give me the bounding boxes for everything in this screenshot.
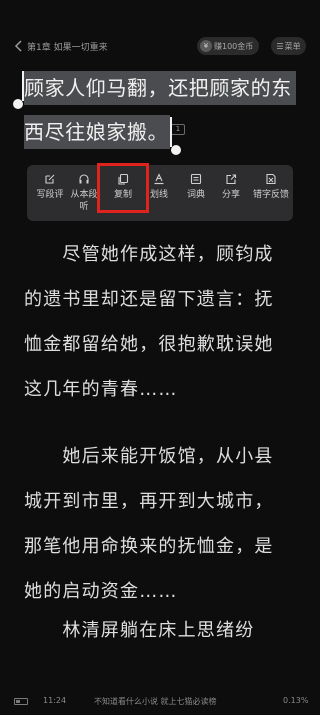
dictionary-label: 词典 [186,190,205,200]
share-icon [226,174,237,185]
selection-toolbar: 写段评 从本段听 复制 划线 词典 分享 错字反馈 [27,163,293,221]
earn-coins-label: 赚100金币 [214,41,254,51]
selection-end-handle[interactable] [170,117,172,147]
edit-icon [45,174,55,184]
menu-icon: ☰ [276,41,284,51]
menu-label: 菜单 [284,41,301,51]
text-line: 那笔他用命换来的抚恤金，是 [24,536,274,557]
text-line: 的遗书里却还是留下遗言：抚 [24,289,274,310]
headphones-icon [79,174,89,184]
coin-icon: ¥ [200,40,212,52]
share-label: 分享 [221,190,240,200]
paragraph-comment-count[interactable]: 1 [171,124,185,135]
underline-label: 划线 [149,190,168,200]
text-line: 城开到市里，再开到大城市， [24,491,274,512]
battery-level [16,700,20,703]
text-line: 她的启动资金…… [24,581,178,602]
text-line: 这几年的青春…… [24,379,178,400]
listen-from-paragraph-label: 从本段听 [70,190,98,212]
menu-button[interactable]: ☰ 菜单 [271,37,306,55]
selection-start-handle-knob[interactable] [13,99,23,109]
copy-button[interactable]: 复制 [106,165,140,221]
reader-page: 第1章 如果一切重来 ¥ 赚100金币 ☰ 菜单 顾家人仰马翻，还把顾家的东 西… [0,0,320,715]
reader-status-bar: 11:24 不知道看什么小说 就上七猫必读榜 0.13% [0,692,320,712]
earn-coins-button[interactable]: ¥ 赚100金币 [197,37,260,55]
status-promo-text[interactable]: 不知道看什么小说 就上七猫必读榜 [94,696,217,707]
copy-label: 复制 [113,190,132,200]
status-time: 11:24 [43,696,67,705]
typo-report-label: 错字反馈 [253,190,290,200]
typo-report-button[interactable]: 错字反馈 [253,165,289,221]
underline-button[interactable]: 划线 [145,165,173,221]
reader-top-bar: 第1章 如果一切重来 ¥ 赚100金币 ☰ 菜单 [0,36,320,58]
selection-end-handle-knob[interactable] [171,145,181,155]
share-button[interactable]: 分享 [217,165,245,221]
text-line: 林清屏躺在床上思绪纷 [24,620,255,641]
text-line: 她后来能开饭馆，从小县 [24,446,274,467]
underline-icon [154,173,164,185]
typo-report-icon [266,173,276,185]
battery-icon [14,698,28,705]
selection-start-handle[interactable] [22,71,24,101]
copy-icon [118,173,129,185]
text-line: 恤金都留给她，很抱歉耽误她 [24,334,274,355]
selected-text-line[interactable]: 西尽往娘家搬。 [24,115,170,149]
dictionary-icon [190,173,202,185]
dictionary-button[interactable]: 词典 [182,165,210,221]
listen-from-paragraph-button[interactable]: 从本段听 [70,165,98,221]
chapter-title[interactable]: 第1章 如果一切重来 [27,40,108,53]
selected-text-line[interactable]: 顾家人仰马翻，还把顾家的东 [24,71,296,105]
text-line: 尽管她作成这样，顾钧成 [24,244,274,265]
reading-progress: 0.13% [283,696,309,705]
write-comment-label: 写段评 [36,190,64,200]
back-chevron-icon[interactable] [14,40,24,52]
write-comment-button[interactable]: 写段评 [33,165,67,221]
